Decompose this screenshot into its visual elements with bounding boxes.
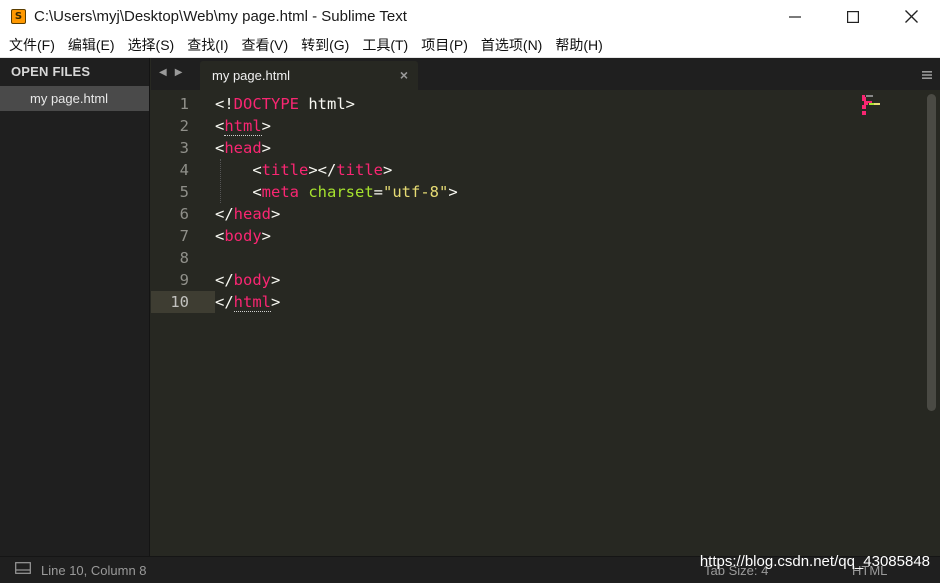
- code-line[interactable]: [215, 247, 458, 269]
- tab-label: my page.html: [212, 68, 291, 83]
- code-token-plain: >: [271, 271, 281, 289]
- panel-toggle-icon[interactable]: [15, 561, 31, 579]
- code-token-plain: <: [215, 227, 225, 245]
- cursor-position: Line 10, Column 8: [41, 562, 147, 578]
- minimize-button[interactable]: [766, 0, 824, 33]
- maximize-icon: [847, 10, 859, 23]
- menu-help[interactable]: 帮助(H): [548, 33, 608, 58]
- code-token-plain: >: [383, 161, 393, 179]
- code-token-plain: >: [261, 139, 272, 157]
- line-number: 6: [179, 205, 189, 223]
- code-token-plain: <: [215, 117, 225, 135]
- tab-close-icon[interactable]: ×: [400, 67, 408, 83]
- menu-preferences[interactable]: 首选项(N): [474, 33, 548, 58]
- menu-bar: 文件(F) 编辑(E) 选择(S) 查找(I) 查看(V) 转到(G) 工具(T…: [0, 33, 940, 58]
- code-token-plain: >: [448, 183, 458, 201]
- minimize-icon: [789, 15, 801, 18]
- code-line[interactable]: <html>: [215, 115, 458, 137]
- menu-tools[interactable]: 工具(T): [355, 33, 414, 58]
- code-line[interactable]: <head>: [215, 137, 458, 159]
- menu-goto[interactable]: 转到(G): [294, 33, 355, 58]
- menu-project[interactable]: 项目(P): [414, 33, 474, 58]
- code-token-tag: body: [233, 271, 271, 289]
- code-content[interactable]: <!DOCTYPE html> <html> <head> <title></tit…: [215, 93, 458, 313]
- code-line[interactable]: </html>: [215, 291, 458, 313]
- code-token-tag: meta: [261, 183, 299, 201]
- minimap[interactable]: [862, 95, 892, 115]
- code-token-attr: charset: [308, 183, 374, 201]
- code-token-tag: body: [224, 227, 262, 245]
- code-line[interactable]: <meta charset="utf-8">: [215, 181, 458, 203]
- window-title: C:\Users\myj\Desktop\Web\my page.html - …: [34, 8, 407, 25]
- code-token-plain: >: [271, 205, 281, 223]
- code-token-plain: </: [215, 205, 234, 223]
- line-number: 3: [179, 139, 189, 157]
- maximize-button[interactable]: [824, 0, 882, 33]
- line-number: 9: [179, 271, 189, 289]
- line-number-gutter: 1 2 3 4 5 6 7 8 9 10: [151, 93, 209, 313]
- sidebar: OPEN FILES my page.html: [0, 58, 150, 556]
- tab-next-icon[interactable]: ▶: [175, 67, 183, 78]
- vertical-scrollbar[interactable]: [927, 94, 936, 411]
- menu-view[interactable]: 查看(V): [234, 33, 294, 58]
- code-line[interactable]: <!DOCTYPE html>: [215, 93, 458, 115]
- code-token-plain: html>: [299, 95, 355, 113]
- code-line[interactable]: <title></title>: [215, 159, 458, 181]
- code-editor[interactable]: 1 2 3 4 5 6 7 8 9 10 <!DOCTYPE html> <htm…: [151, 90, 940, 556]
- code-token-plain: </: [215, 271, 234, 289]
- line-number: 1: [179, 95, 189, 113]
- code-line[interactable]: </head>: [215, 203, 458, 225]
- code-token-tag: html: [233, 293, 271, 312]
- sublime-app-icon: S: [11, 9, 26, 24]
- code-token-plain: >: [271, 293, 281, 311]
- watermark-text: https://blog.csdn.net/qq_43085848: [699, 553, 930, 570]
- code-line[interactable]: </body>: [215, 269, 458, 291]
- line-number-active: 10: [151, 291, 209, 313]
- line-number: 7: [179, 227, 189, 245]
- code-token-plain: <: [215, 183, 262, 201]
- tab-my-page[interactable]: my page.html ×: [200, 61, 418, 90]
- code-token-plain: <!: [215, 95, 234, 113]
- open-files-header: OPEN FILES: [11, 64, 91, 79]
- code-token-plain: </: [215, 293, 234, 311]
- code-token-plain: <: [215, 139, 225, 157]
- menu-find[interactable]: 查找(I): [180, 33, 234, 58]
- menu-edit[interactable]: 编辑(E): [61, 33, 121, 58]
- code-token-plain: ></: [308, 161, 337, 179]
- code-line[interactable]: <body>: [215, 225, 458, 247]
- code-token-tag: html: [224, 117, 262, 136]
- code-token-plain: <: [215, 161, 262, 179]
- tab-bar: ◀ ▶ my page.html ×: [151, 58, 940, 90]
- close-window-button[interactable]: [882, 0, 940, 33]
- tab-menu-icon[interactable]: [922, 67, 932, 85]
- code-token-str: "utf-8": [383, 183, 449, 201]
- code-token-plain: >: [261, 117, 272, 135]
- sidebar-file-item[interactable]: my page.html: [0, 86, 149, 111]
- line-number: 5: [179, 183, 189, 201]
- code-token-tag: title: [336, 161, 384, 179]
- code-token-tag: title: [261, 161, 309, 179]
- code-token-tag: DOCTYPE: [233, 95, 299, 113]
- line-number: 8: [179, 249, 189, 267]
- code-token-tag: head: [233, 205, 271, 223]
- line-number: 4: [179, 161, 189, 179]
- tab-prev-icon[interactable]: ◀: [159, 67, 167, 78]
- code-token-tag: head: [224, 139, 262, 157]
- menu-selection[interactable]: 选择(S): [121, 33, 181, 58]
- code-token-plain: >: [261, 227, 272, 245]
- line-number: 2: [179, 117, 189, 135]
- close-icon: [904, 10, 918, 23]
- menu-file[interactable]: 文件(F): [2, 33, 61, 58]
- title-bar: S C:\Users\myj\Desktop\Web\my page.html …: [0, 0, 940, 33]
- code-token-plain: =: [373, 183, 384, 201]
